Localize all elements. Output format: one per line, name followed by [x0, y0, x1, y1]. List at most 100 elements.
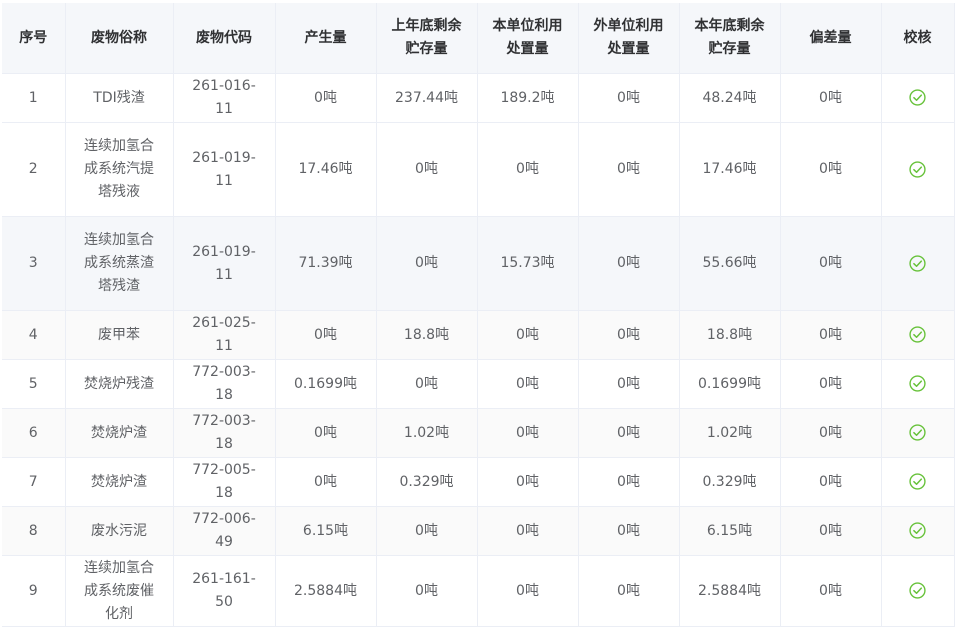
cell-this-year-stock: 55.66吨 [679, 216, 781, 311]
cell-code: 261-016-11 [173, 73, 276, 123]
check-circle-icon [909, 582, 926, 599]
cell-last-year-stock: 18.8吨 [376, 310, 478, 360]
cell-self-disposal: 0吨 [477, 310, 579, 360]
header-this-year-stock-text: 本年底剩余贮存量 [694, 18, 765, 57]
cell-code: 261-025-11 [173, 310, 276, 360]
cell-produced: 71.39吨 [275, 216, 377, 311]
cell-last-year-stock: 0吨 [376, 216, 478, 311]
cell-index: 2 [2, 122, 66, 217]
cell-external-disposal: 0吨 [578, 216, 680, 311]
cell-deviation: 0吨 [780, 73, 882, 123]
cell-external-disposal: 0吨 [578, 73, 680, 123]
waste-summary-table: 序号 废物俗称 废物代码 产生量 上年底剩余贮存量 本单位利用处置量 外单位利用… [2, 3, 955, 627]
cell-produced: 6.15吨 [275, 506, 377, 556]
table-row[interactable]: 8 废水污泥 772-006-49 6.15吨 0吨 0吨 0吨 6.15吨 0吨 [2, 506, 955, 556]
cell-self-disposal: 0吨 [477, 359, 579, 409]
check-circle-icon [909, 424, 926, 441]
cell-deviation: 0吨 [780, 506, 882, 556]
cell-code: 772-003-18 [173, 408, 276, 458]
cell-last-year-stock: 0吨 [376, 506, 478, 556]
cell-verify [881, 216, 955, 311]
header-self-disposal: 本单位利用处置量 [477, 3, 579, 74]
cell-name: 焚烧炉渣 [65, 457, 174, 507]
cell-last-year-stock: 237.44吨 [376, 73, 478, 123]
cell-index: 9 [2, 555, 66, 627]
table-row[interactable]: 4 废甲苯 261-025-11 0吨 18.8吨 0吨 0吨 18.8吨 0吨 [2, 310, 955, 360]
cell-verify [881, 506, 955, 556]
cell-self-disposal: 0吨 [477, 555, 579, 627]
cell-verify [881, 408, 955, 458]
cell-verify [881, 73, 955, 123]
header-last-year-stock-text: 上年底剩余贮存量 [391, 18, 462, 57]
cell-name: 连续加氢合成系统蒸渣塔残渣 [65, 216, 174, 311]
check-circle-icon [909, 375, 926, 392]
table-row[interactable]: 1 TDI残渣 261-016-11 0吨 237.44吨 189.2吨 0吨 48.24吨 0… [2, 73, 955, 123]
cell-this-year-stock: 1.02吨 [679, 408, 781, 458]
cell-produced: 0吨 [275, 310, 377, 360]
cell-this-year-stock: 17.46吨 [679, 122, 781, 217]
cell-verify [881, 555, 955, 627]
header-name: 废物俗称 [65, 3, 174, 74]
table-header-row: 序号 废物俗称 废物代码 产生量 上年底剩余贮存量 本单位利用处置量 外单位利用… [2, 3, 955, 74]
check-circle-icon [909, 522, 926, 539]
cell-deviation: 0吨 [780, 122, 882, 217]
cell-this-year-stock: 0.1699吨 [679, 359, 781, 409]
table-row[interactable]: 3 连续加氢合成系统蒸渣塔残渣 261-019-11 71.39吨 0吨 15.73吨 0吨… [2, 216, 955, 311]
cell-verify [881, 122, 955, 217]
cell-produced: 17.46吨 [275, 122, 377, 217]
cell-index: 3 [2, 216, 66, 311]
cell-name: 焚烧炉渣 [65, 408, 174, 458]
cell-name: 废水污泥 [65, 506, 174, 556]
cell-self-disposal: 0吨 [477, 506, 579, 556]
table-row[interactable]: 7 焚烧炉渣 772-005-18 0吨 0.329吨 0吨 0吨 0.329吨 0吨 [2, 457, 955, 507]
cell-this-year-stock: 18.8吨 [679, 310, 781, 360]
cell-code: 261-019-11 [173, 216, 276, 311]
cell-external-disposal: 0吨 [578, 359, 680, 409]
cell-verify [881, 310, 955, 360]
cell-name: 焚烧炉残渣 [65, 359, 174, 409]
cell-verify [881, 359, 955, 409]
header-verify: 校核 [881, 3, 955, 74]
cell-external-disposal: 0吨 [578, 506, 680, 556]
cell-code: 261-019-11 [173, 122, 276, 217]
cell-external-disposal: 0吨 [578, 555, 680, 627]
header-deviation: 偏差量 [780, 3, 882, 74]
cell-this-year-stock: 48.24吨 [679, 73, 781, 123]
cell-deviation: 0吨 [780, 555, 882, 627]
cell-index: 5 [2, 359, 66, 409]
table-row[interactable]: 6 焚烧炉渣 772-003-18 0吨 1.02吨 0吨 0吨 1.02吨 0吨 [2, 408, 955, 458]
table-wrapper: 序号 废物俗称 废物代码 产生量 上年底剩余贮存量 本单位利用处置量 外单位利用… [0, 0, 955, 627]
table-row[interactable]: 5 焚烧炉残渣 772-003-18 0.1699吨 0吨 0吨 0吨 0.1699吨 0吨 [2, 359, 955, 409]
cell-index: 8 [2, 506, 66, 556]
cell-external-disposal: 0吨 [578, 310, 680, 360]
table-row[interactable]: 9 连续加氢合成系统废催化剂 261-161-50 2.5884吨 0吨 0吨 0吨 2.58… [2, 555, 955, 627]
cell-index: 1 [2, 73, 66, 123]
cell-verify [881, 457, 955, 507]
header-self-disposal-text: 本单位利用处置量 [492, 18, 563, 57]
cell-code: 772-006-49 [173, 506, 276, 556]
check-circle-icon [909, 326, 926, 343]
cell-self-disposal: 189.2吨 [477, 73, 579, 123]
cell-deviation: 0吨 [780, 310, 882, 360]
cell-last-year-stock: 0.329吨 [376, 457, 478, 507]
cell-code: 772-003-18 [173, 359, 276, 409]
cell-name: 连续加氢合成系统废催化剂 [65, 555, 174, 627]
cell-last-year-stock: 0吨 [376, 555, 478, 627]
cell-self-disposal: 0吨 [477, 457, 579, 507]
cell-index: 6 [2, 408, 66, 458]
header-last-year-stock: 上年底剩余贮存量 [376, 3, 478, 74]
cell-last-year-stock: 1.02吨 [376, 408, 478, 458]
cell-produced: 0吨 [275, 73, 377, 123]
header-index: 序号 [2, 3, 66, 74]
table-row[interactable]: 2 连续加氢合成系统汽提塔残液 261-019-11 17.46吨 0吨 0吨 0吨 17.4… [2, 122, 955, 217]
cell-deviation: 0吨 [780, 457, 882, 507]
cell-deviation: 0吨 [780, 408, 882, 458]
cell-produced: 0吨 [275, 408, 377, 458]
cell-deviation: 0吨 [780, 359, 882, 409]
cell-self-disposal: 15.73吨 [477, 216, 579, 311]
header-produced: 产生量 [275, 3, 377, 74]
cell-code: 772-005-18 [173, 457, 276, 507]
cell-produced: 0吨 [275, 457, 377, 507]
cell-self-disposal: 0吨 [477, 408, 579, 458]
cell-index: 7 [2, 457, 66, 507]
